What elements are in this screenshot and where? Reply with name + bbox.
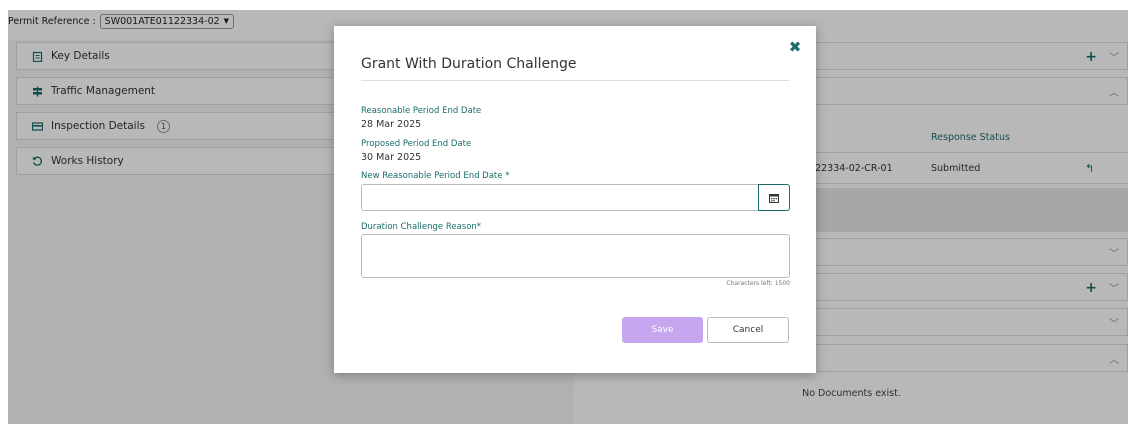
new-reasonable-period-end-input[interactable] <box>361 184 759 211</box>
characters-left-counter: Characters left: 1500 <box>726 280 790 287</box>
proposed-period-end-label: Proposed Period End Date <box>361 139 472 149</box>
close-icon[interactable]: ✖ <box>788 40 802 55</box>
new-reasonable-period-end-label: New Reasonable Period End Date * <box>361 171 510 181</box>
grant-duration-challenge-modal: Grant With Duration Challenge ✖ Reasonab… <box>334 26 816 373</box>
reasonable-period-end-value: 28 Mar 2025 <box>361 119 422 130</box>
save-button[interactable]: Save <box>622 317 703 343</box>
duration-challenge-reason-label: Duration Challenge Reason* <box>361 222 482 232</box>
reasonable-period-end-label: Reasonable Period End Date <box>361 106 482 116</box>
proposed-period-end-value: 30 Mar 2025 <box>361 152 422 163</box>
modal-title: Grant With Duration Challenge <box>361 56 577 72</box>
calendar-icon <box>769 193 779 203</box>
duration-challenge-reason-textarea[interactable] <box>361 234 790 278</box>
calendar-button[interactable] <box>758 184 790 211</box>
divider <box>361 80 789 81</box>
cancel-button[interactable]: Cancel <box>707 317 789 343</box>
